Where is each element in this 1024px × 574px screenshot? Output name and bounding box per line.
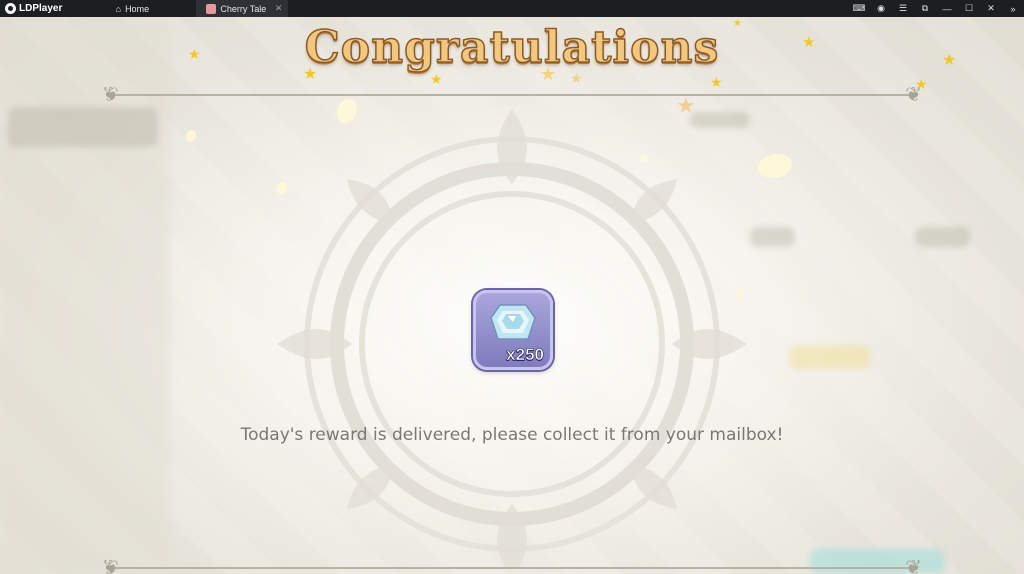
maximize-icon[interactable]: ☐	[958, 3, 980, 14]
star-icon: ★	[676, 93, 696, 118]
bottom-divider	[108, 555, 922, 574]
star-icon: ★	[915, 76, 928, 92]
ldplayer-logo: LDPlayer	[0, 0, 68, 17]
tab-cherry-tale[interactable]: Cherry Tale ✕	[196, 0, 289, 17]
star-icon: ★	[710, 74, 723, 90]
tab-close-icon[interactable]: ✕	[275, 3, 283, 14]
star-icon: ★	[303, 66, 318, 83]
minimize-icon[interactable]: —	[936, 4, 958, 14]
title-bar: LDPlayer ⌂ Home Cherry Tale ✕ ⌨ ◉ ☰ ⧉ — …	[0, 0, 1024, 17]
account-icon[interactable]: ◉	[870, 3, 892, 14]
diamond-icon	[490, 304, 536, 340]
star-icon: ★	[942, 52, 957, 69]
background-block	[915, 227, 970, 247]
reward-quantity: x250	[506, 345, 544, 365]
game-screen: Congratulations ★ ★ ★ ★ ★ ★ ★ ★ ★ ★ ★ x2…	[0, 17, 1024, 574]
petal-icon	[758, 154, 792, 178]
menu-icon[interactable]: ☰	[892, 3, 914, 14]
petal-icon	[186, 130, 196, 142]
reward-item[interactable]: x250	[473, 290, 553, 370]
star-icon: ★	[570, 70, 583, 86]
tab-home-label: Home	[125, 3, 150, 14]
game-icon	[206, 3, 217, 14]
congratulations-title: Congratulations	[304, 21, 720, 74]
tab-cherry-tale-label: Cherry Tale	[220, 3, 267, 14]
home-icon: ⌂	[115, 3, 122, 14]
popout-icon[interactable]: ⧉	[914, 3, 936, 14]
reward-message: Today's reward is delivered, please coll…	[240, 425, 784, 445]
title-divider	[108, 82, 922, 107]
app-name: LDPlayer	[19, 3, 63, 14]
star-icon: ★	[430, 71, 443, 87]
close-icon[interactable]: ✕	[980, 3, 1002, 14]
tab-home[interactable]: ⌂ Home	[68, 0, 196, 17]
background-block	[8, 107, 158, 147]
window-controls: ⌨ ◉ ☰ ⧉ — ☐ ✕ »	[848, 0, 1024, 17]
gamepad-icon[interactable]: ⌨	[848, 3, 870, 14]
ldplayer-logo-icon	[5, 3, 16, 14]
star-icon: ★	[802, 34, 816, 51]
star-icon: ★	[733, 18, 742, 29]
star-icon: ★	[540, 64, 557, 84]
background-button	[790, 345, 870, 369]
expand-icon[interactable]: »	[1002, 4, 1024, 14]
star-icon: ★	[188, 46, 201, 62]
background-sidebar	[0, 17, 170, 574]
background-button	[810, 549, 945, 573]
